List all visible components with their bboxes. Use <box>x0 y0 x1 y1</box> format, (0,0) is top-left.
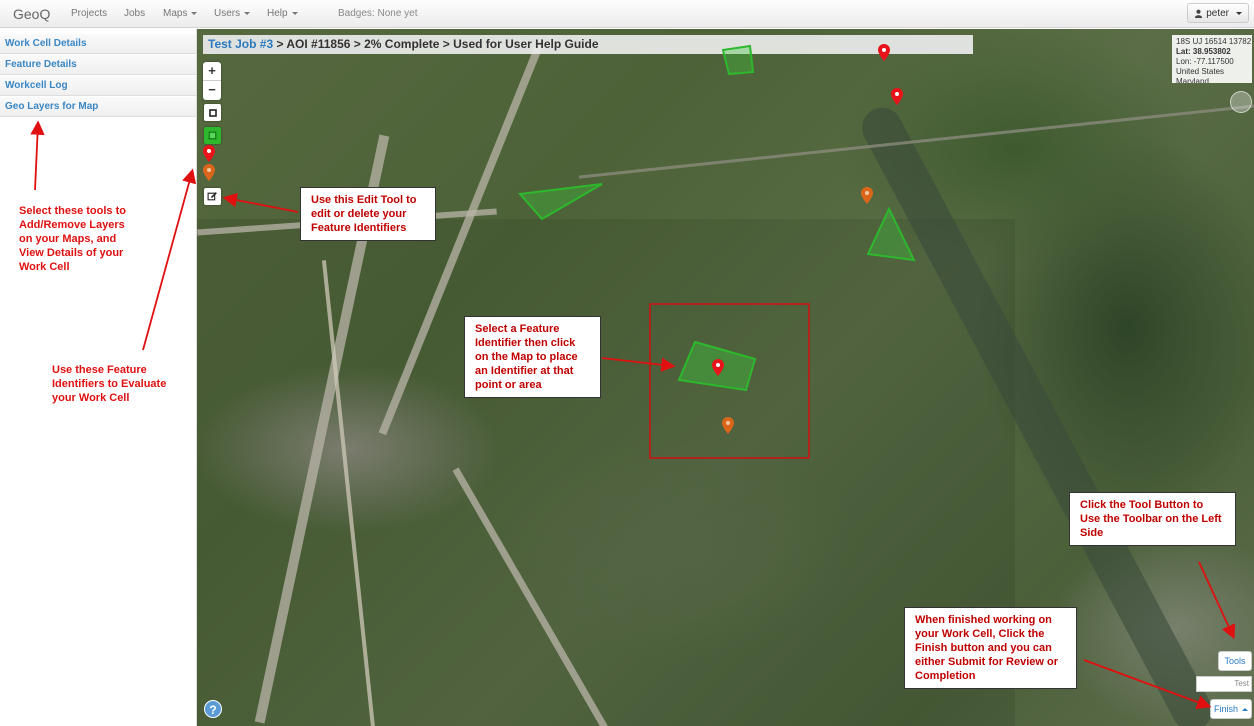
finish-callout: When finished working on your Work Cell,… <box>904 607 1077 689</box>
nav-projects[interactable]: Projects <box>71 8 107 19</box>
chevron-down-icon <box>1236 11 1242 15</box>
rectangle-select-button[interactable] <box>204 104 221 121</box>
map-search-icon[interactable] <box>1230 91 1252 113</box>
red-marker-icon <box>203 145 215 162</box>
select-tools-note: Select these tools to Add/Remove Layers … <box>19 205 126 273</box>
user-menu-button[interactable]: peter <box>1187 3 1249 23</box>
red-map-marker[interactable] <box>891 88 903 105</box>
chevron-down-icon <box>244 11 251 15</box>
user-icon <box>1195 9 1203 18</box>
nav-help[interactable]: Help <box>267 8 298 19</box>
user-name: peter <box>1206 7 1229 19</box>
chevron-up-icon <box>1242 708 1248 712</box>
breadcrumb: Test Job #3 > AOI #11856 > 2% Complete >… <box>203 35 973 54</box>
polygon-icon <box>208 131 217 140</box>
coord-grid: 18S UJ 16514 13782 <box>1176 37 1252 46</box>
sidebar-item-geo-layers[interactable]: Geo Layers for Map <box>0 97 196 117</box>
orange-marker-icon <box>203 164 215 181</box>
top-navbar: GeoQ Projects Jobs Maps Users Help Badge… <box>0 0 1254 28</box>
square-icon <box>208 108 217 117</box>
brand-logo[interactable]: GeoQ <box>13 6 50 22</box>
coord-state: Maryland <box>1176 77 1209 83</box>
breadcrumb-path: > AOI #11856 > 2% Complete > Used for Us… <box>273 37 599 51</box>
help-button[interactable]: ? <box>204 700 222 718</box>
badges-status: Badges: None yet <box>338 8 418 19</box>
green-polygon-feature[interactable] <box>517 183 603 221</box>
orange-marker-feature-button[interactable] <box>203 164 215 186</box>
orange-map-marker[interactable] <box>861 187 873 204</box>
coord-lat: Lat: 38.953802 <box>1176 47 1231 56</box>
zoom-control: + − <box>203 62 221 100</box>
zoom-in-button[interactable]: + <box>203 62 221 81</box>
nav-maps-label: Maps <box>163 8 188 19</box>
imagery-tile <box>197 219 1015 726</box>
chevron-down-icon <box>191 11 198 15</box>
map-text-input[interactable]: Test <box>1196 676 1252 692</box>
nav-users[interactable]: Users <box>214 8 251 19</box>
sidebar-item-work-cell-details[interactable]: Work Cell Details <box>0 34 196 54</box>
tools-button[interactable]: Tools <box>1218 651 1252 671</box>
zoom-out-button[interactable]: − <box>203 81 221 100</box>
sidebar-item-feature-details[interactable]: Feature Details <box>0 55 196 75</box>
sidebar-item-workcell-log[interactable]: Workcell Log <box>0 76 196 96</box>
map-canvas[interactable]: Test Job #3 > AOI #11856 > 2% Complete >… <box>197 29 1254 726</box>
chevron-down-icon <box>291 11 298 15</box>
edit-tool-button[interactable] <box>204 188 221 205</box>
coord-lon: Lon: -77.117500 <box>1176 57 1234 66</box>
edit-icon <box>207 192 217 201</box>
green-polygon-feature-button[interactable] <box>204 127 221 144</box>
coordinate-readout: 18S UJ 16514 13782 Lat: 38.953802 Lon: -… <box>1172 35 1252 83</box>
finish-label: Finish <box>1213 704 1238 714</box>
edit-tool-callout: Use this Edit Tool to edit or delete you… <box>300 187 436 241</box>
nav-help-label: Help <box>267 8 288 19</box>
select-feature-callout: Select a Feature Identifier then click o… <box>464 316 601 398</box>
tool-button-callout: Click the Tool Button to Use the Toolbar… <box>1069 492 1236 546</box>
feature-identifiers-note: Use these Feature Identifiers to Evaluat… <box>52 364 167 404</box>
nav-users-label: Users <box>214 8 241 19</box>
finish-button[interactable]: Finish <box>1210 699 1252 719</box>
nav-jobs[interactable]: Jobs <box>124 8 145 19</box>
nav-maps[interactable]: Maps <box>163 8 198 19</box>
breadcrumb-job-link[interactable]: Test Job #3 <box>208 37 273 51</box>
coord-country: United States <box>1176 67 1225 76</box>
